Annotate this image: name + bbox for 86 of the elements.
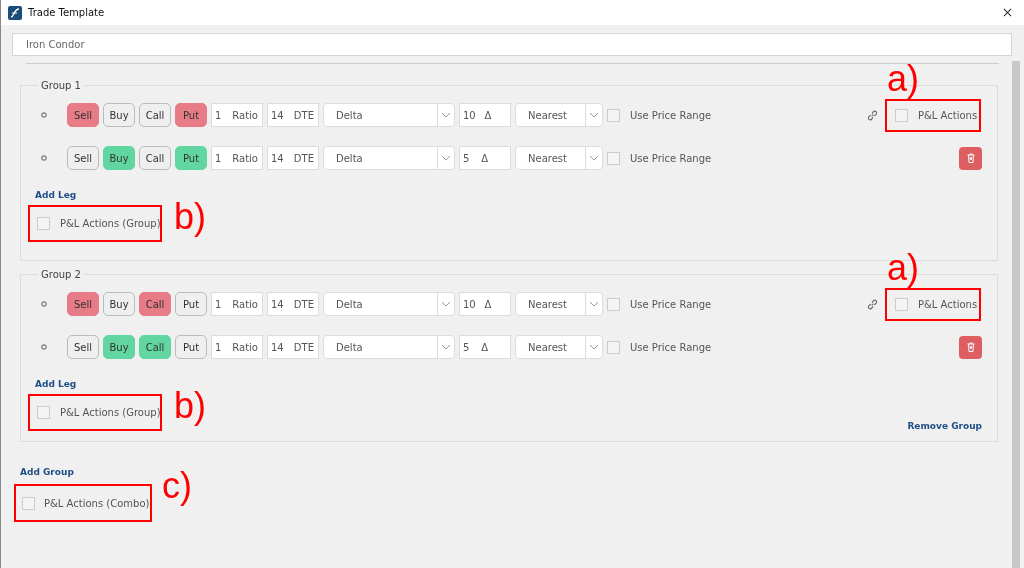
toggle-button[interactable]: Sell — [67, 146, 99, 170]
checkbox[interactable] — [607, 108, 620, 122]
dte-field[interactable]: 14 DTE — [267, 103, 319, 127]
toggle-button[interactable]: Call — [139, 146, 171, 170]
scrollbar[interactable] — [1012, 61, 1020, 568]
toggle-button[interactable]: Sell — [67, 292, 99, 316]
checkbox[interactable] — [607, 151, 620, 165]
checkbox-label: Use Price Range — [630, 298, 712, 310]
strike-method-dropdown[interactable]: Delta — [323, 292, 455, 316]
checkbox[interactable] — [22, 496, 35, 510]
app-logo-icon — [8, 5, 22, 20]
checkbox-label: P&L Actions (Group) — [60, 218, 161, 229]
strike-method-dropdown[interactable]: Delta — [323, 335, 455, 359]
group-title: Group 2 — [40, 269, 82, 280]
dte-field[interactable]: 14 DTE — [267, 292, 319, 316]
checkbox[interactable] — [895, 108, 908, 122]
toggle-button[interactable]: Call — [139, 335, 171, 359]
annotation-label: a) — [887, 249, 919, 286]
checkbox[interactable] — [895, 297, 908, 311]
checkbox-label: Use Price Range — [630, 341, 712, 353]
ratio-field[interactable]: 1 Ratio — [211, 146, 263, 170]
annotation-label: a) — [887, 60, 919, 97]
checkbox[interactable] — [607, 297, 620, 311]
toggle-button[interactable]: Call — [139, 292, 171, 316]
rounding-dropdown[interactable]: Nearest — [515, 103, 603, 127]
annotation-label: b) — [174, 199, 206, 235]
template-name-field[interactable]: Iron Condor — [12, 33, 1012, 56]
toggle-button[interactable]: Buy — [103, 146, 135, 170]
chevron-down-icon — [441, 301, 451, 307]
toggle-button[interactable]: Sell — [67, 103, 99, 127]
toggle-button[interactable]: Sell — [67, 335, 99, 359]
checkbox-label: Use Price Range — [630, 152, 712, 164]
strike-method-dropdown[interactable]: Delta — [323, 103, 455, 127]
annotation-label: c) — [162, 468, 192, 504]
chevron-down-icon — [441, 155, 451, 161]
delta-field[interactable]: 5 Δ — [459, 335, 511, 359]
checkbox-label: P&L Actions (Combo) — [44, 497, 150, 509]
checkbox[interactable] — [607, 340, 620, 354]
add-leg-link[interactable]: Add Leg — [35, 190, 77, 200]
annotation-label: b) — [174, 388, 206, 424]
add-group-link[interactable]: Add Group — [20, 467, 74, 477]
toggle-button[interactable]: Put — [175, 146, 207, 170]
add-leg-link[interactable]: Add Leg — [35, 379, 77, 389]
rounding-dropdown[interactable]: Nearest — [515, 335, 603, 359]
checkbox-label: Use Price Range — [630, 109, 712, 121]
chevron-down-icon — [441, 112, 451, 118]
checkbox-label: P&L Actions — [918, 109, 978, 121]
window-title: Trade Template — [28, 7, 106, 18]
checkbox[interactable] — [37, 406, 50, 419]
toggle-button[interactable]: Call — [139, 103, 171, 127]
chevron-down-icon — [589, 112, 599, 118]
strike-method-dropdown[interactable]: Delta — [323, 146, 455, 170]
checkbox-label: P&L Actions (Group) — [60, 407, 161, 418]
drag-handle-icon[interactable] — [41, 155, 47, 161]
dte-field[interactable]: 14 DTE — [267, 335, 319, 359]
delta-field[interactable]: 10 Δ — [459, 103, 511, 127]
toggle-button[interactable]: Buy — [103, 103, 135, 127]
ratio-field[interactable]: 1 Ratio — [211, 292, 263, 316]
drag-handle-icon[interactable] — [41, 344, 47, 350]
toggle-button[interactable]: Put — [175, 335, 207, 359]
close-icon[interactable] — [1003, 8, 1012, 17]
chevron-down-icon — [589, 301, 599, 307]
remove-group-link[interactable]: Remove Group — [907, 421, 982, 431]
rounding-dropdown[interactable]: Nearest — [515, 292, 603, 316]
toggle-button[interactable]: Put — [175, 292, 207, 316]
delete-button[interactable] — [959, 335, 982, 359]
chevron-down-icon — [589, 155, 599, 161]
link-icon[interactable] — [866, 108, 879, 122]
delta-field[interactable]: 10 Δ — [459, 292, 511, 316]
toggle-button[interactable]: Put — [175, 103, 207, 127]
dte-field[interactable]: 14 DTE — [267, 146, 319, 170]
toggle-button[interactable]: Buy — [103, 335, 135, 359]
ratio-field[interactable]: 1 Ratio — [211, 335, 263, 359]
chevron-down-icon — [441, 344, 451, 350]
checkbox[interactable] — [37, 217, 50, 230]
group-title: Group 1 — [40, 80, 82, 91]
ratio-field[interactable]: 1 Ratio — [211, 103, 263, 127]
drag-handle-icon[interactable] — [41, 112, 47, 118]
delta-field[interactable]: 5 Δ — [459, 146, 511, 170]
toggle-button[interactable]: Buy — [103, 292, 135, 316]
rounding-dropdown[interactable]: Nearest — [515, 146, 603, 170]
chevron-down-icon — [589, 344, 599, 350]
checkbox-label: P&L Actions — [918, 298, 978, 310]
link-icon[interactable] — [866, 297, 879, 311]
delete-button[interactable] — [959, 146, 982, 170]
drag-handle-icon[interactable] — [41, 301, 47, 307]
